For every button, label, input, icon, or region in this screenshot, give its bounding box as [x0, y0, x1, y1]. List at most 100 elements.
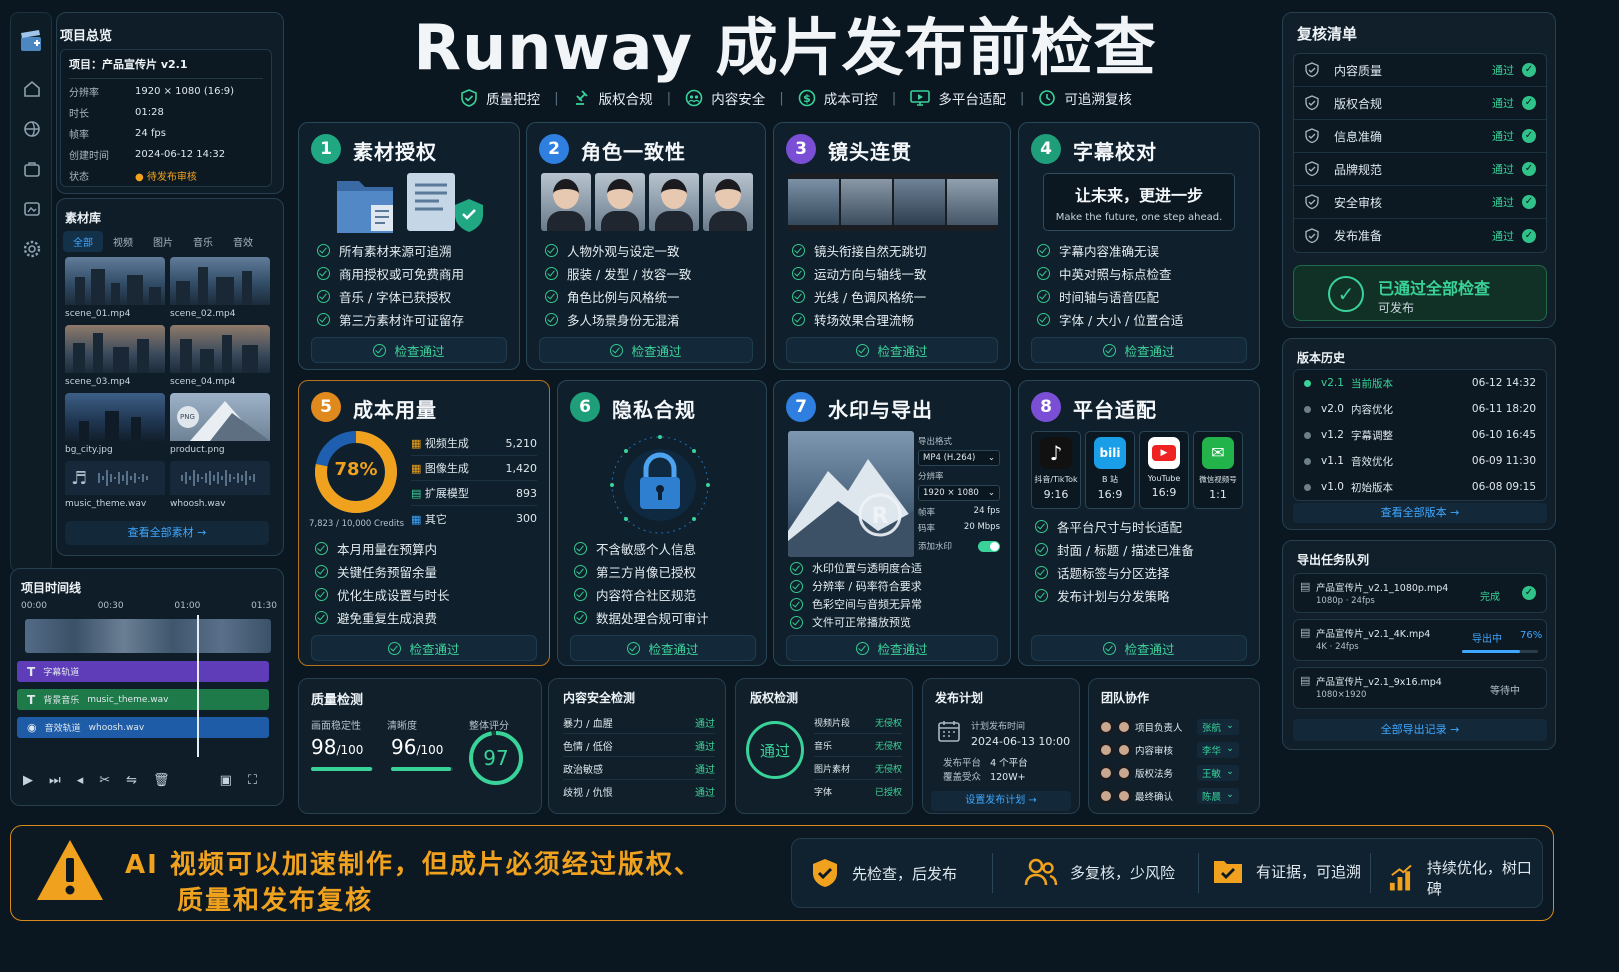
review-item: 内容质量 通过 ✓ [1294, 54, 1546, 87]
lock-icon [600, 429, 720, 539]
view-all-assets-link[interactable]: 查看全部素材 → [65, 521, 269, 545]
waveform [170, 461, 270, 495]
all-export-records-link[interactable]: 全部导出记录 → [1293, 719, 1547, 741]
clapperboard-add-icon[interactable] [11, 13, 53, 69]
version-row[interactable]: v1.2 字幕调整 06-10 16:45 [1294, 422, 1546, 448]
fps-value: 24 fps [973, 506, 1000, 516]
resolution-select[interactable]: 1920 × 1080 ⌄ [918, 485, 1000, 501]
version-history-panel: 版本历史 v2.1 当前版本 06-12 14:32 v2.0 内容优化 06-11 1… [1282, 338, 1556, 530]
playhead[interactable] [197, 615, 199, 757]
pass-button[interactable]: 检查通过 [786, 337, 998, 363]
settings-gear-icon[interactable] [11, 229, 53, 269]
duration-value: 01:28 [135, 107, 164, 118]
asset-audio[interactable]: ♬ music_theme.wav [65, 461, 165, 517]
pass-button[interactable]: 检查通过 [1031, 635, 1247, 661]
watermark-toggle[interactable] [978, 540, 1000, 552]
assignee-select[interactable]: 陈晨 ⌄ [1197, 787, 1239, 804]
publish-time: 2024-06-13 10:00 [971, 735, 1071, 748]
music-note-icon: ♬ [71, 467, 88, 489]
version-row[interactable]: v1.0 初始版本 06-08 09:15 [1294, 474, 1546, 500]
team-row: 项目负责人 张航 ⌄ [1099, 715, 1251, 738]
briefcase-icon[interactable] [11, 149, 53, 189]
score-value: 97 [483, 746, 509, 770]
asset-thumb[interactable]: bg_city.jpg [65, 393, 165, 459]
asset-filename: product.png [170, 445, 225, 455]
copyright-pass-badge: 通过 [746, 721, 804, 779]
assignee-select[interactable]: 李华 ⌄ [1197, 741, 1239, 758]
trash-icon[interactable]: 🗑 [153, 773, 170, 788]
pass-button[interactable]: 检查通过 [311, 635, 537, 661]
file-icon: ▤ [1300, 674, 1311, 687]
check-icon: ✓ [1522, 195, 1536, 209]
sfx-track[interactable]: ◉ 音效轨道 whoosh.wav [17, 717, 269, 738]
film-strip [788, 173, 998, 231]
asset-thumb[interactable]: PNG product.png [170, 393, 270, 459]
nav-item: 内容安全 [685, 88, 765, 108]
check-circle-icon [627, 641, 641, 655]
team-rows: 项目负责人 张航 ⌄ 内容审核 李华 ⌄ 版权法务 王敏 ⌄ 最终确认 陈晨 ⌄ [1099, 715, 1251, 807]
pass-button[interactable]: 检查通过 [570, 635, 756, 661]
home-icon[interactable] [11, 69, 53, 109]
asset-thumb[interactable]: scene_02.mp4 [170, 257, 270, 323]
subtitle-track[interactable]: T 字幕轨道 [17, 661, 269, 682]
check-circle-icon [373, 343, 387, 357]
card-title: 成本用量 [353, 398, 437, 422]
shield-check-icon [1305, 227, 1319, 243]
assignee-select[interactable]: 张航 ⌄ [1197, 718, 1239, 735]
version-row[interactable]: v2.0 内容优化 06-11 18:20 [1294, 396, 1546, 422]
check-circle-icon [315, 565, 328, 578]
set-publish-plan-button[interactable]: 设置发布计划 → [931, 791, 1071, 811]
platform-bilibili[interactable]: bili B 站 16:9 [1085, 431, 1135, 509]
timeline-panel: 项目时间线 00:00 00:30 01:00 01:30 T 字幕轨道 T 背景音乐 mu… [10, 568, 284, 806]
asset-filename: bg_city.jpg [65, 445, 113, 455]
next-frame-icon[interactable]: ⏭ [49, 773, 61, 788]
subtitle-cn: 让未来，更进一步 [1074, 186, 1203, 205]
pass-button[interactable]: 检查通过 [786, 635, 998, 661]
publish-plan-panel: 发布计划 计划发布时间 2024-06-13 10:00 发布平台 4 个平台覆… [922, 678, 1080, 814]
card-platform-adapt: 8 平台适配 ♪ 抖音/TikTok 9:16 bili B 站 16:9 ▶ YouTu… [1018, 380, 1260, 666]
header-nav: 质量把控 | 版权合规 | 内容安全 | $ 成本可控 | 多平台适配 | 可追溯… [396, 88, 1196, 108]
check-item: 数据处理合规可审计 [574, 606, 709, 629]
version-row[interactable]: v1.1 音效优化 06-09 11:30 [1294, 448, 1546, 474]
check-circle-icon [317, 267, 330, 280]
tab-sfx[interactable]: 音效 [223, 231, 263, 252]
split-icon[interactable]: ⇋ [126, 773, 137, 788]
assignee-select[interactable]: 王敏 ⌄ [1197, 764, 1239, 781]
format-select[interactable]: MP4 (H.264) ⌄ [918, 450, 1000, 466]
globe-icon[interactable] [11, 109, 53, 149]
version-row[interactable]: v2.1 当前版本 06-12 14:32 [1294, 370, 1546, 396]
pass-button[interactable]: 检查通过 [1031, 337, 1247, 363]
music-track[interactable]: T 背景音乐 music_theme.wav [17, 689, 269, 710]
tab-image[interactable]: 图片 [143, 231, 183, 252]
play-icon[interactable]: ▶ [23, 773, 33, 788]
platform-youtube[interactable]: ▶ YouTube 16:9 [1139, 431, 1189, 509]
chevron-down-icon: ⌄ [987, 488, 995, 498]
tab-music[interactable]: 音乐 [183, 231, 223, 252]
check-list: 字幕内容准确无误 中英对照与标点检查 时间轴与语音匹配 字体 / 大小 / 位置… [1037, 239, 1183, 331]
tab-video[interactable]: 视频 [103, 231, 143, 252]
asset-thumb[interactable]: scene_03.mp4 [65, 325, 165, 391]
check-circle-icon [545, 244, 558, 257]
snapshot-icon[interactable]: ▣ [220, 773, 232, 788]
copyright-rows: 视频片段 无侵权 音乐 无侵权 图片素材 无侵权 字体 已授权 [814, 711, 902, 803]
pass-button[interactable]: 检查通过 [539, 337, 753, 363]
pass-button[interactable]: 检查通过 [311, 337, 507, 363]
nav-item: $ 成本可控 [798, 88, 878, 108]
track-name: 音效轨道 [44, 724, 81, 734]
view-all-versions-link[interactable]: 查看全部版本 → [1293, 503, 1547, 523]
platform-tiktok[interactable]: ♪ 抖音/TikTok 9:16 [1031, 431, 1081, 509]
scissors-icon[interactable]: ✂ [99, 773, 110, 788]
asset-library-panel: 素材库 全部 视频 图片 音乐 音效 scene_01.mp4 scene_02… [56, 198, 284, 556]
asset-thumb[interactable]: scene_01.mp4 [65, 257, 165, 323]
portrait-image [541, 173, 591, 231]
prev-icon[interactable]: ◂ [77, 773, 84, 788]
asset-audio[interactable]: whoosh.wav [170, 461, 270, 517]
platform-wechat[interactable]: ✉ 微信视频号 1:1 [1193, 431, 1243, 509]
asset-thumb[interactable]: scene_04.mp4 [170, 325, 270, 391]
media-icon[interactable] [11, 189, 53, 229]
tab-all[interactable]: 全部 [63, 231, 103, 252]
video-track-strip[interactable] [25, 619, 271, 653]
check-list: 镜头衔接自然无跳切 运动方向与轴线一致 光线 / 色调风格统一 转场效果合理流畅 [792, 239, 927, 331]
fullscreen-icon[interactable]: ⛶ [248, 773, 257, 788]
check-item: 人物外观与设定一致 [545, 239, 691, 262]
